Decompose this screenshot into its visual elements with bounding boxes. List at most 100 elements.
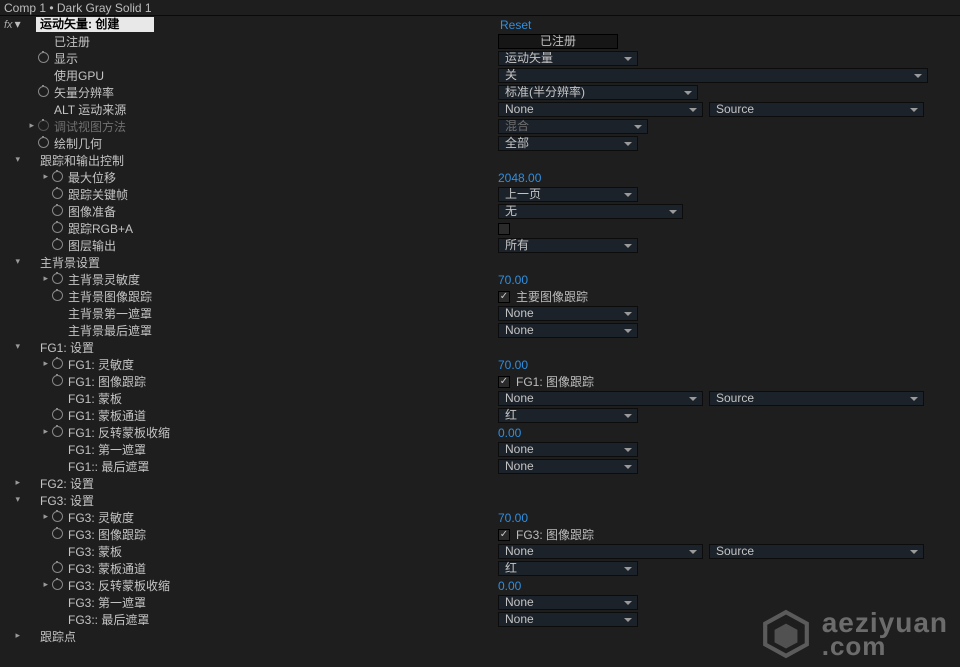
stopwatch-icon[interactable]	[52, 290, 63, 301]
prop-vector-res: 矢量分辨率	[50, 84, 114, 101]
fg1-first-mask-dropdown[interactable]: None	[498, 442, 638, 457]
prop-fg1-sens: FG1: 灵敏度	[64, 356, 134, 373]
twirl-icon[interactable]	[15, 477, 20, 488]
fg1-mask-side-dropdown[interactable]: Source	[709, 391, 924, 406]
prop-max-disp: 最大位移	[64, 169, 116, 186]
stopwatch-icon[interactable]	[52, 409, 63, 420]
fg1-img-track-checkbox[interactable]	[498, 376, 510, 388]
mbg-first-mask-dropdown[interactable]: None	[498, 306, 638, 321]
draw-geo-dropdown[interactable]: 全部	[498, 136, 638, 151]
fg1-img-track-cb-label: FG1: 图像跟踪	[516, 373, 594, 390]
twirl-icon[interactable]	[43, 426, 48, 437]
breadcrumb: Comp 1 • Dark Gray Solid 1	[0, 0, 960, 16]
mbg-img-track-cb-label: 主要图像跟踪	[516, 288, 588, 305]
stopwatch-icon[interactable]	[52, 358, 63, 369]
fg1-last-mask-dropdown[interactable]: None	[498, 459, 638, 474]
stopwatch-icon[interactable]	[38, 86, 49, 97]
prop-track-rgba: 跟踪RGB+A	[64, 220, 133, 237]
effect-name[interactable]: 运动矢量: 创建	[36, 17, 154, 32]
prop-image-prep: 图像准备	[64, 203, 116, 220]
stopwatch-icon[interactable]	[52, 579, 63, 590]
registered-value[interactable]: 已注册	[498, 34, 618, 49]
use-gpu-dropdown[interactable]: 关	[498, 68, 928, 83]
twirl-icon[interactable]	[29, 120, 34, 131]
prop-fg1-img-track: FG1: 图像跟踪	[64, 373, 146, 390]
fg3-sens-value[interactable]: 70.00	[498, 511, 528, 525]
mbg-last-mask-dropdown[interactable]: None	[498, 323, 638, 338]
fg1-sens-value[interactable]: 70.00	[498, 358, 528, 372]
prop-fg3-last-mask: FG3:: 最后遮罩	[64, 611, 149, 628]
vector-res-dropdown[interactable]: 标准(半分辨率)	[498, 85, 698, 100]
fx-icon: fx	[4, 19, 13, 31]
group-main-bg[interactable]: 主背景设置	[36, 254, 100, 271]
stopwatch-icon[interactable]	[52, 188, 63, 199]
twirl-icon[interactable]	[43, 171, 48, 182]
fg1-mask-ch-dropdown[interactable]: 红	[498, 408, 638, 423]
prop-fg3-mask-ch: FG3: 蒙板通道	[64, 560, 146, 577]
stopwatch-icon[interactable]	[52, 222, 63, 233]
stopwatch-icon[interactable]	[38, 120, 49, 131]
effect-twirl-icon[interactable]	[15, 17, 21, 31]
prop-registered: 已注册	[50, 33, 90, 50]
prop-fg3-inv-shrink: FG3: 反转蒙板收缩	[64, 577, 170, 594]
stopwatch-icon[interactable]	[38, 52, 49, 63]
stopwatch-icon[interactable]	[52, 528, 63, 539]
max-disp-value[interactable]: 2048.00	[498, 171, 541, 185]
prop-fg1-mask: FG1: 蒙板	[64, 390, 122, 407]
display-dropdown[interactable]: 运动矢量	[498, 51, 638, 66]
stopwatch-icon[interactable]	[52, 511, 63, 522]
prop-use-gpu: 使用GPU	[50, 67, 104, 84]
stopwatch-icon[interactable]	[52, 375, 63, 386]
prop-fg1-first-mask: FG1: 第一遮罩	[64, 441, 146, 458]
image-prep-dropdown[interactable]: 无	[498, 204, 683, 219]
alt-source-layer-dropdown[interactable]: None	[498, 102, 703, 117]
prop-fg3-first-mask: FG3: 第一遮罩	[64, 594, 146, 611]
prop-mbg-last-mask: 主背景最后遮罩	[64, 322, 152, 339]
mbg-sens-value[interactable]: 70.00	[498, 273, 528, 287]
fg3-mask-ch-dropdown[interactable]: 红	[498, 561, 638, 576]
group-fg1[interactable]: FG1: 设置	[36, 339, 94, 356]
group-track-points[interactable]: 跟踪点	[36, 628, 76, 645]
reset-link[interactable]: Reset	[500, 18, 960, 32]
group-fg3[interactable]: FG3: 设置	[36, 492, 94, 509]
group-track-output[interactable]: 跟踪和输出控制	[36, 152, 124, 169]
prop-fg3-mask: FG3: 蒙板	[64, 543, 122, 560]
fg3-mask-side-dropdown[interactable]: Source	[709, 544, 924, 559]
stopwatch-icon[interactable]	[52, 205, 63, 216]
stopwatch-icon[interactable]	[52, 426, 63, 437]
prop-debug-view: 调试视图方法	[50, 118, 126, 135]
twirl-icon[interactable]	[43, 579, 48, 590]
twirl-icon[interactable]	[15, 494, 20, 505]
group-fg2[interactable]: FG2: 设置	[36, 475, 94, 492]
prop-layer-out: 图层输出	[64, 237, 116, 254]
fg1-mask-layer-dropdown[interactable]: None	[498, 391, 703, 406]
fg3-inv-shrink-value[interactable]: 0.00	[498, 579, 521, 593]
prop-mbg-first-mask: 主背景第一遮罩	[64, 305, 152, 322]
fg3-last-mask-dropdown[interactable]: None	[498, 612, 638, 627]
prop-track-keyframe: 跟踪关键帧	[64, 186, 128, 203]
fg3-img-track-checkbox[interactable]	[498, 529, 510, 541]
stopwatch-icon[interactable]	[52, 239, 63, 250]
fg3-first-mask-dropdown[interactable]: None	[498, 595, 638, 610]
stopwatch-icon[interactable]	[52, 171, 63, 182]
stopwatch-icon[interactable]	[38, 137, 49, 148]
stopwatch-icon[interactable]	[52, 562, 63, 573]
prop-mbg-img-track: 主背景图像跟踪	[64, 288, 152, 305]
mbg-img-track-checkbox[interactable]	[498, 291, 510, 303]
twirl-icon[interactable]	[43, 511, 48, 522]
stopwatch-icon[interactable]	[52, 273, 63, 284]
twirl-icon[interactable]	[15, 341, 20, 352]
twirl-icon[interactable]	[43, 273, 48, 284]
track-rgba-checkbox[interactable]	[498, 223, 510, 235]
fg3-mask-layer-dropdown[interactable]: None	[498, 544, 703, 559]
prop-display: 显示	[50, 50, 78, 67]
twirl-icon[interactable]	[15, 154, 20, 165]
fg1-inv-shrink-value[interactable]: 0.00	[498, 426, 521, 440]
twirl-icon[interactable]	[43, 358, 48, 369]
alt-source-side-dropdown[interactable]: Source	[709, 102, 924, 117]
track-key-dropdown[interactable]: 上一页	[498, 187, 638, 202]
prop-draw-geo: 绘制几何	[50, 135, 102, 152]
layer-out-dropdown[interactable]: 所有	[498, 238, 638, 253]
twirl-icon[interactable]	[15, 630, 20, 641]
twirl-icon[interactable]	[15, 256, 20, 267]
